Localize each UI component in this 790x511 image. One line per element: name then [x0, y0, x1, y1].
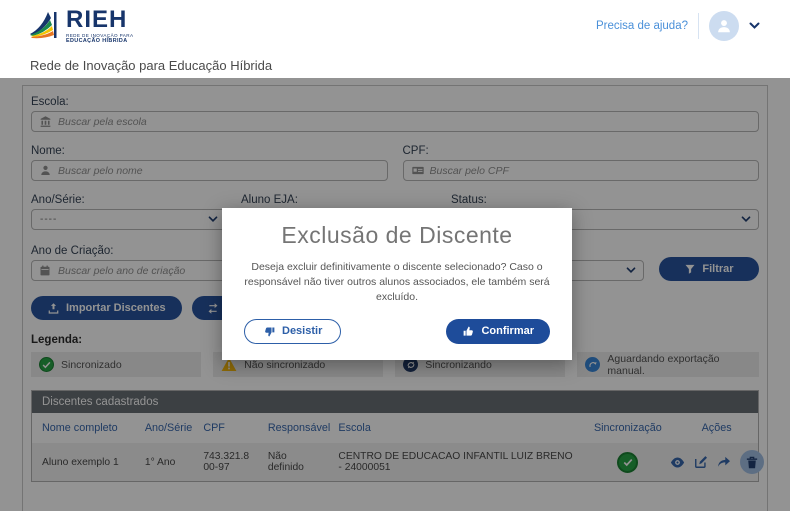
rieh-logo-icon — [28, 8, 62, 42]
user-icon — [715, 17, 733, 35]
breadcrumb-bar: Rede de Inovação para Educação Híbrida — [0, 52, 790, 78]
exclusao-discente-modal: Exclusão de Discente Deseja excluir defi… — [222, 208, 572, 360]
rieh-logo[interactable]: RIEH REDE DE INOVAÇÃO PARA EDUCAÇÃO HÍBR… — [28, 8, 133, 44]
modal-body-text: Deseja excluir definitivamente o discent… — [244, 260, 550, 306]
thumbs-up-icon — [462, 325, 475, 338]
logo-tagline-2: EDUCAÇÃO HÍBRIDA — [66, 39, 133, 44]
logo-acronym: RIEH — [66, 8, 133, 32]
breadcrumb: Rede de Inovação para Educação Híbrida — [30, 58, 272, 73]
chevron-down-icon[interactable] — [749, 22, 760, 30]
help-link[interactable]: Precisa de ajuda? — [596, 20, 688, 32]
header-divider — [698, 13, 699, 39]
desistir-button[interactable]: Desistir — [244, 319, 341, 344]
thumbs-down-icon — [263, 325, 276, 338]
modal-title: Exclusão de Discente — [244, 222, 550, 249]
confirmar-button[interactable]: Confirmar — [446, 319, 550, 344]
avatar[interactable] — [709, 11, 739, 41]
app-header: RIEH REDE DE INOVAÇÃO PARA EDUCAÇÃO HÍBR… — [0, 0, 790, 52]
